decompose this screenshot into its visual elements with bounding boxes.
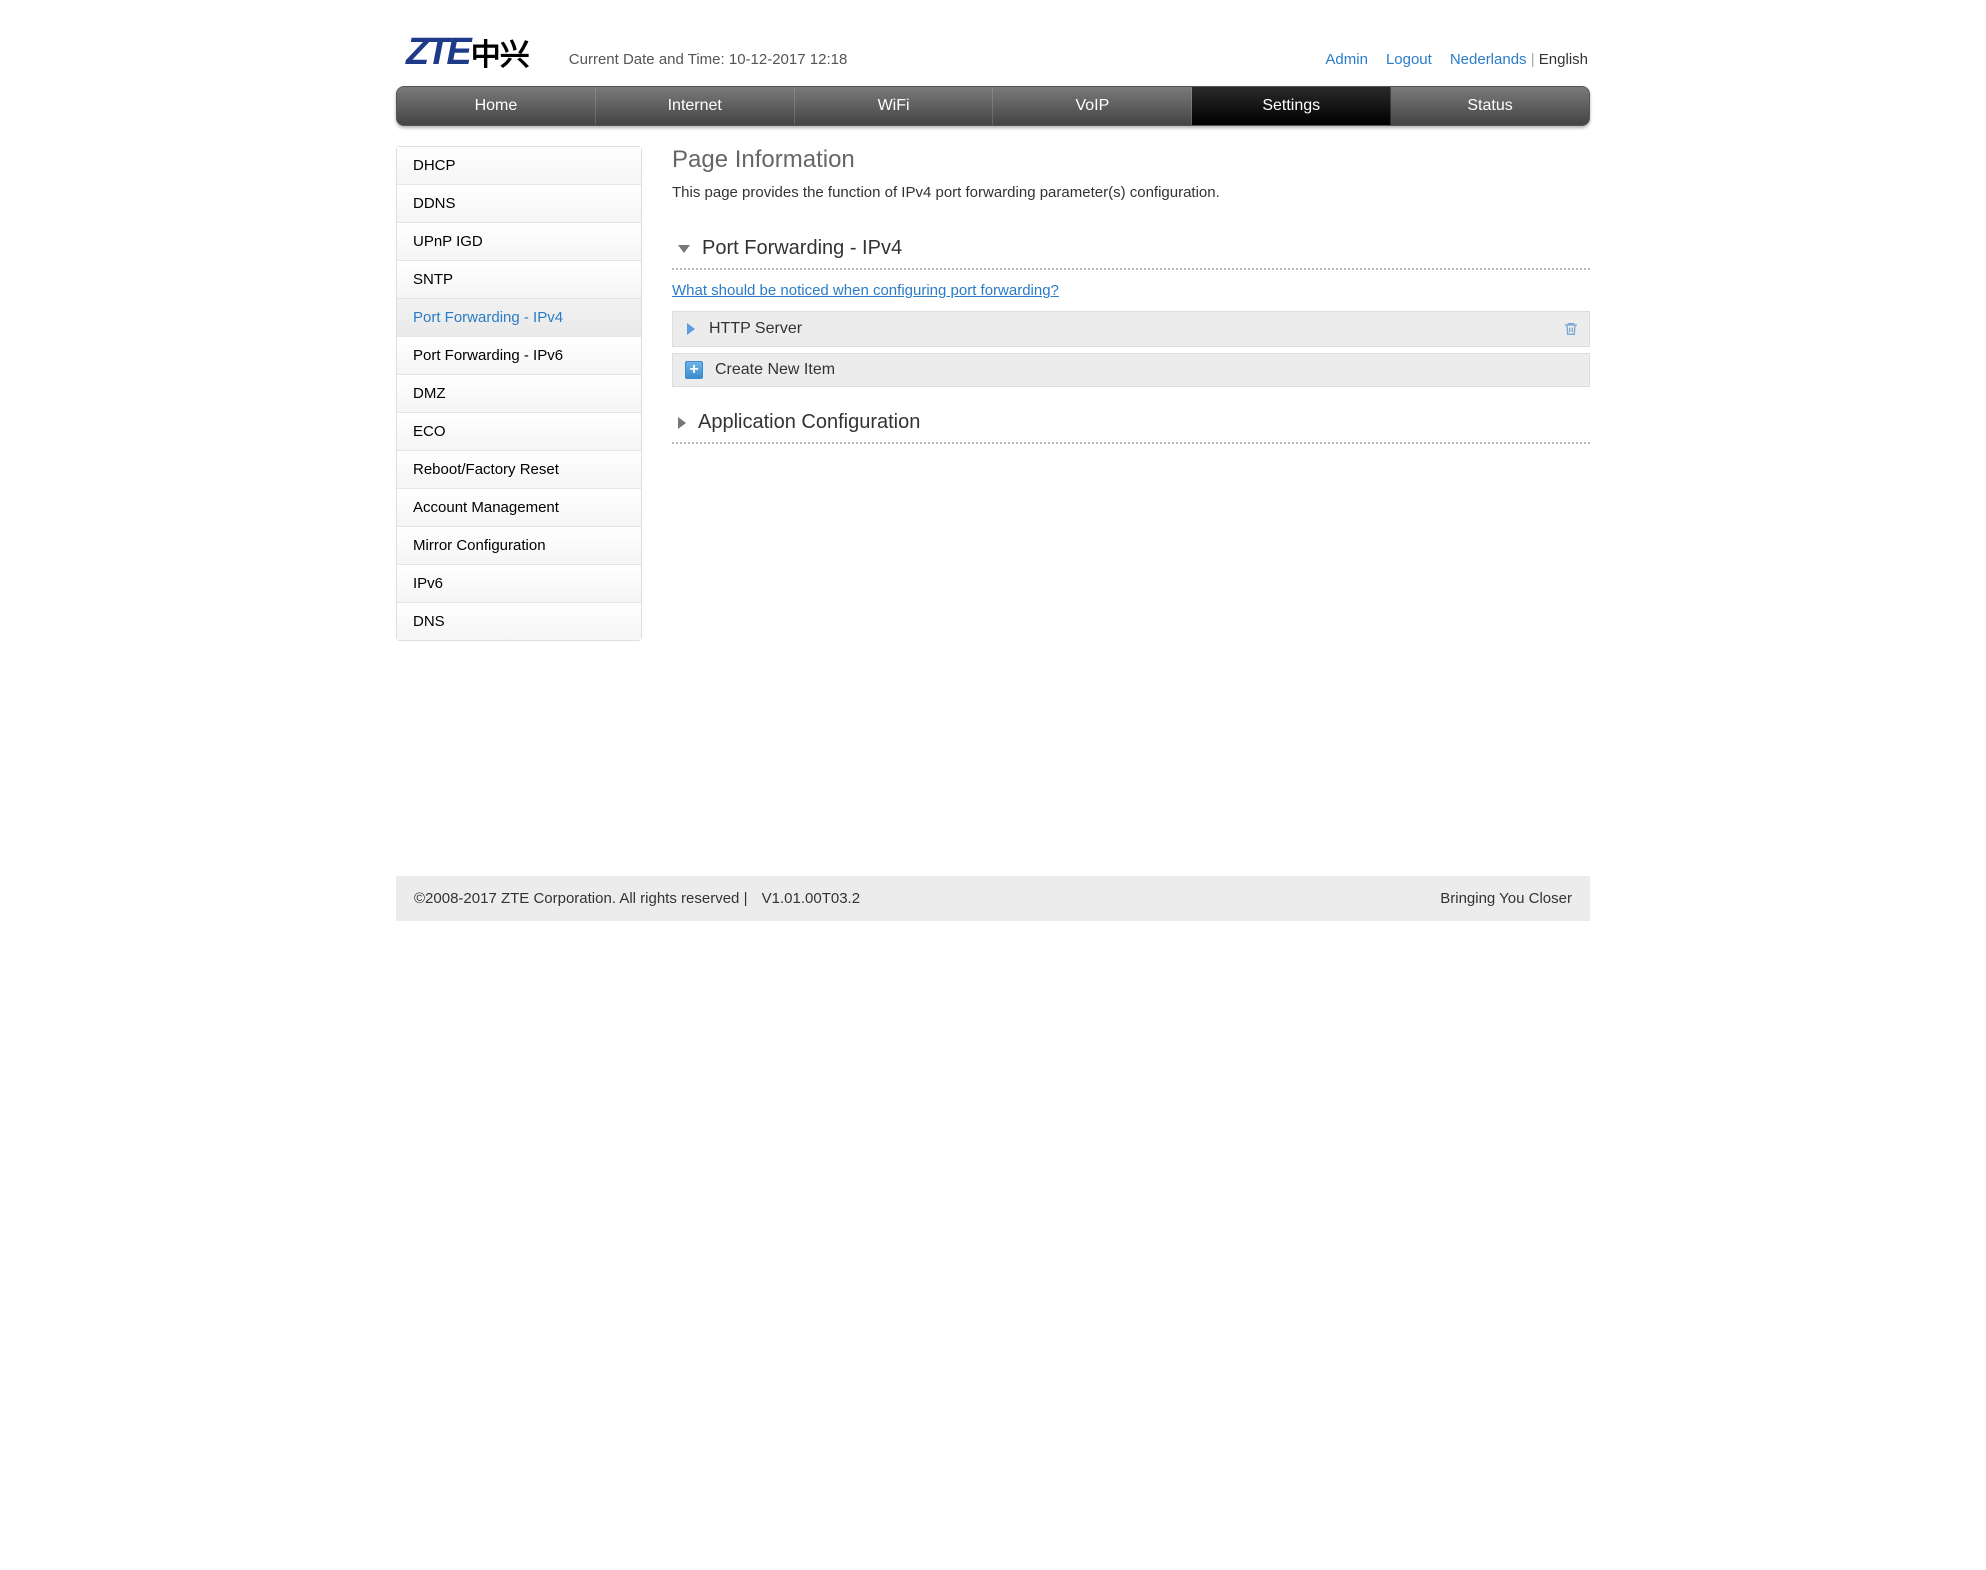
- version: V1.01.00T03.2: [762, 890, 860, 907]
- page-title: Page Information: [672, 146, 1590, 174]
- sidebar-item[interactable]: DDNS: [397, 185, 641, 223]
- nav-item-settings[interactable]: Settings: [1192, 87, 1391, 125]
- logout-link[interactable]: Logout: [1386, 51, 1432, 68]
- nav-item-wifi[interactable]: WiFi: [795, 87, 994, 125]
- sidebar-item[interactable]: DMZ: [397, 375, 641, 413]
- chevron-right-icon: [687, 323, 695, 335]
- chevron-down-icon: [678, 245, 690, 253]
- item-label: HTTP Server: [709, 320, 1563, 338]
- create-label: Create New Item: [715, 361, 835, 379]
- lang-separator: |: [1531, 51, 1539, 68]
- sidebar-item[interactable]: IPv6: [397, 565, 641, 603]
- top-links: Admin Logout Nederlands | English: [1325, 51, 1588, 74]
- lang-en[interactable]: English: [1539, 51, 1588, 68]
- copyright: ©2008-2017 ZTE Corporation. All rights r…: [414, 890, 739, 907]
- slogan: Bringing You Closer: [1440, 890, 1572, 907]
- sidebar-item[interactable]: DNS: [397, 603, 641, 640]
- sidebar-item[interactable]: Account Management: [397, 489, 641, 527]
- datetime: Current Date and Time: 10-12-2017 12:18: [569, 51, 1326, 74]
- sidebar-item[interactable]: DHCP: [397, 147, 641, 185]
- section-app-config: Application Configuration: [672, 405, 1590, 444]
- port-forwarding-item[interactable]: HTTP Server: [672, 311, 1590, 347]
- create-new-item[interactable]: + Create New Item: [672, 353, 1590, 387]
- content: Page Information This page provides the …: [642, 146, 1590, 846]
- logo-text-cn: 中兴: [471, 30, 529, 74]
- section-title: Application Configuration: [698, 411, 920, 434]
- section-header-app-config[interactable]: Application Configuration: [672, 405, 1590, 444]
- sidebar: DHCPDDNSUPnP IGDSNTPPort Forwarding - IP…: [396, 146, 642, 641]
- sidebar-item[interactable]: Mirror Configuration: [397, 527, 641, 565]
- sidebar-item[interactable]: ECO: [397, 413, 641, 451]
- admin-link[interactable]: Admin: [1325, 51, 1368, 68]
- section-header-port-forwarding[interactable]: Port Forwarding - IPv4: [672, 231, 1590, 270]
- footer: ©2008-2017 ZTE Corporation. All rights r…: [396, 876, 1590, 921]
- chevron-right-icon: [678, 417, 686, 429]
- nav-item-home[interactable]: Home: [397, 87, 596, 125]
- sidebar-item[interactable]: UPnP IGD: [397, 223, 641, 261]
- section-title: Port Forwarding - IPv4: [702, 237, 902, 260]
- help-link[interactable]: What should be noticed when configuring …: [672, 282, 1590, 299]
- nav-item-status[interactable]: Status: [1391, 87, 1589, 125]
- nav-item-internet[interactable]: Internet: [596, 87, 795, 125]
- logo-text-latin: ZTE: [406, 31, 469, 74]
- page-description: This page provides the function of IPv4 …: [672, 184, 1590, 201]
- language-switch: Nederlands | English: [1450, 51, 1588, 68]
- sidebar-item[interactable]: Port Forwarding - IPv6: [397, 337, 641, 375]
- trash-icon[interactable]: [1563, 320, 1579, 338]
- plus-icon: +: [685, 361, 703, 379]
- footer-separator: |: [744, 890, 752, 907]
- logo: ZTE中兴: [406, 30, 529, 74]
- main-nav: HomeInternetWiFiVoIPSettingsStatus: [396, 86, 1590, 126]
- section-port-forwarding: Port Forwarding - IPv4 What should be no…: [672, 231, 1590, 387]
- nav-item-voip[interactable]: VoIP: [993, 87, 1192, 125]
- sidebar-item[interactable]: SNTP: [397, 261, 641, 299]
- header: ZTE中兴 Current Date and Time: 10-12-2017 …: [378, 0, 1608, 82]
- sidebar-item[interactable]: Reboot/Factory Reset: [397, 451, 641, 489]
- sidebar-item[interactable]: Port Forwarding - IPv4: [397, 299, 641, 337]
- lang-nl[interactable]: Nederlands: [1450, 51, 1527, 68]
